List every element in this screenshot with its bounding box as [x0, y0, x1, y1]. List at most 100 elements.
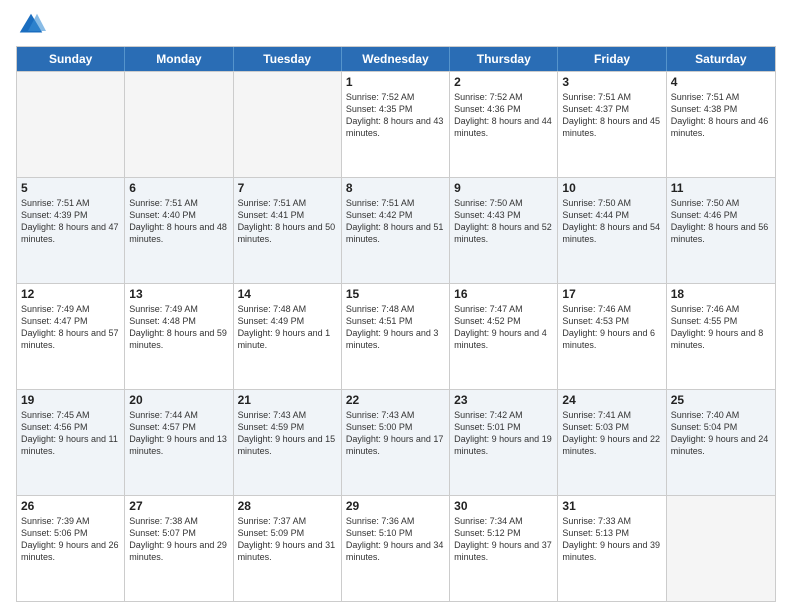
calendar-cell: 15Sunrise: 7:48 AM Sunset: 4:51 PM Dayli…: [342, 284, 450, 389]
calendar-cell: 7 Sunrise: 7:51 AM Sunset: 4:41 PM Daylig…: [234, 178, 342, 283]
calendar-cell: 23 Sunrise: 7:42 AM Sunset: 5:01 PM Dayli…: [450, 390, 558, 495]
calendar-cell: 12 Sunrise: 7:49 AM Sunset: 4:47 PM Dayli…: [17, 284, 125, 389]
cell-text: Sunrise: 7:52 AM Sunset: 4:35 PM Dayligh…: [346, 91, 445, 140]
day-number: 3: [562, 75, 661, 89]
cell-text: Sunrise: 7:42 AM Sunset: 5:01 PM Dayligh…: [454, 409, 553, 458]
calendar-row: 26 Sunrise: 7:39 AM Sunset: 5:06 PM Dayli…: [17, 495, 775, 601]
cell-text: Sunrise: 7:51 AM Sunset: 4:42 PM Dayligh…: [346, 197, 445, 246]
cell-text: Sunrise: 7:34 AM Sunset: 5:12 PM Dayligh…: [454, 515, 553, 564]
calendar-cell: 16 Sunrise: 7:47 AM Sunset: 4:52 PM Dayli…: [450, 284, 558, 389]
calendar-cell: 29Sunrise: 7:36 AM Sunset: 5:10 PM Dayli…: [342, 496, 450, 601]
calendar-cell: 30 Sunrise: 7:34 AM Sunset: 5:12 PM Dayli…: [450, 496, 558, 601]
day-number: 4: [671, 75, 771, 89]
calendar-cell: 21 Sunrise: 7:43 AM Sunset: 4:59 PM Dayli…: [234, 390, 342, 495]
calendar-cell: 11Sunrise: 7:50 AM Sunset: 4:46 PM Dayli…: [667, 178, 775, 283]
calendar-cell-empty: [667, 496, 775, 601]
calendar-cell-empty: [234, 72, 342, 177]
cell-text: Sunrise: 7:51 AM Sunset: 4:41 PM Dayligh…: [238, 197, 337, 246]
calendar-row: 1 Sunrise: 7:52 AM Sunset: 4:35 PM Daylig…: [17, 71, 775, 177]
day-number: 31: [562, 499, 661, 513]
day-number: 27: [129, 499, 228, 513]
calendar-cell: 4 Sunrise: 7:51 AM Sunset: 4:38 PM Daylig…: [667, 72, 775, 177]
day-number: 8: [346, 181, 445, 195]
header: [16, 10, 776, 40]
cell-text: Sunrise: 7:39 AM Sunset: 5:06 PM Dayligh…: [21, 515, 120, 564]
calendar-cell: 31 Sunrise: 7:33 AM Sunset: 5:13 PM Dayli…: [558, 496, 666, 601]
day-number: 21: [238, 393, 337, 407]
cell-text: Sunrise: 7:40 AM Sunset: 5:04 PM Dayligh…: [671, 409, 771, 458]
cell-text: Sunrise: 7:47 AM Sunset: 4:52 PM Dayligh…: [454, 303, 553, 352]
day-number: 26: [21, 499, 120, 513]
cell-text: Sunrise: 7:46 AM Sunset: 4:53 PM Dayligh…: [562, 303, 661, 352]
calendar-cell: 27 Sunrise: 7:38 AM Sunset: 5:07 PM Dayli…: [125, 496, 233, 601]
calendar-cell: 1 Sunrise: 7:52 AM Sunset: 4:35 PM Daylig…: [342, 72, 450, 177]
day-number: 12: [21, 287, 120, 301]
day-number: 13: [129, 287, 228, 301]
day-number: 6: [129, 181, 228, 195]
cell-text: Sunrise: 7:52 AM Sunset: 4:36 PM Dayligh…: [454, 91, 553, 140]
day-number: 23: [454, 393, 553, 407]
cell-text: Sunrise: 7:49 AM Sunset: 4:47 PM Dayligh…: [21, 303, 120, 352]
cell-text: Sunrise: 7:44 AM Sunset: 4:57 PM Dayligh…: [129, 409, 228, 458]
cell-text: Sunrise: 7:36 AM Sunset: 5:10 PM Dayligh…: [346, 515, 445, 564]
calendar-header-cell: Wednesday: [342, 47, 450, 71]
cell-text: Sunrise: 7:41 AM Sunset: 5:03 PM Dayligh…: [562, 409, 661, 458]
day-number: 5: [21, 181, 120, 195]
calendar: SundayMondayTuesdayWednesdayThursdayFrid…: [16, 46, 776, 602]
page: SundayMondayTuesdayWednesdayThursdayFrid…: [0, 0, 792, 612]
day-number: 24: [562, 393, 661, 407]
calendar-cell: 20Sunrise: 7:44 AM Sunset: 4:57 PM Dayli…: [125, 390, 233, 495]
day-number: 17: [562, 287, 661, 301]
cell-text: Sunrise: 7:37 AM Sunset: 5:09 PM Dayligh…: [238, 515, 337, 564]
calendar-header: SundayMondayTuesdayWednesdayThursdayFrid…: [17, 47, 775, 71]
calendar-cell: 17 Sunrise: 7:46 AM Sunset: 4:53 PM Dayli…: [558, 284, 666, 389]
calendar-header-cell: Thursday: [450, 47, 558, 71]
day-number: 14: [238, 287, 337, 301]
calendar-row: 19Sunrise: 7:45 AM Sunset: 4:56 PM Dayli…: [17, 389, 775, 495]
day-number: 7: [238, 181, 337, 195]
calendar-header-cell: Tuesday: [234, 47, 342, 71]
cell-text: Sunrise: 7:51 AM Sunset: 4:37 PM Dayligh…: [562, 91, 661, 140]
calendar-cell: 6 Sunrise: 7:51 AM Sunset: 4:40 PM Daylig…: [125, 178, 233, 283]
calendar-cell: 13 Sunrise: 7:49 AM Sunset: 4:48 PM Dayli…: [125, 284, 233, 389]
calendar-cell: 5Sunrise: 7:51 AM Sunset: 4:39 PM Daylig…: [17, 178, 125, 283]
day-number: 25: [671, 393, 771, 407]
calendar-cell: 25 Sunrise: 7:40 AM Sunset: 5:04 PM Dayli…: [667, 390, 775, 495]
logo-icon: [16, 10, 46, 40]
day-number: 18: [671, 287, 771, 301]
calendar-row: 12 Sunrise: 7:49 AM Sunset: 4:47 PM Dayli…: [17, 283, 775, 389]
calendar-header-cell: Saturday: [667, 47, 775, 71]
cell-text: Sunrise: 7:49 AM Sunset: 4:48 PM Dayligh…: [129, 303, 228, 352]
calendar-cell: 19Sunrise: 7:45 AM Sunset: 4:56 PM Dayli…: [17, 390, 125, 495]
day-number: 1: [346, 75, 445, 89]
cell-text: Sunrise: 7:33 AM Sunset: 5:13 PM Dayligh…: [562, 515, 661, 564]
cell-text: Sunrise: 7:43 AM Sunset: 4:59 PM Dayligh…: [238, 409, 337, 458]
day-number: 9: [454, 181, 553, 195]
calendar-cell: 10 Sunrise: 7:50 AM Sunset: 4:44 PM Dayli…: [558, 178, 666, 283]
cell-text: Sunrise: 7:51 AM Sunset: 4:40 PM Dayligh…: [129, 197, 228, 246]
calendar-cell: 3 Sunrise: 7:51 AM Sunset: 4:37 PM Daylig…: [558, 72, 666, 177]
calendar-header-cell: Sunday: [17, 47, 125, 71]
logo: [16, 10, 50, 40]
calendar-cell: 8 Sunrise: 7:51 AM Sunset: 4:42 PM Daylig…: [342, 178, 450, 283]
day-number: 15: [346, 287, 445, 301]
day-number: 28: [238, 499, 337, 513]
calendar-cell: 22Sunrise: 7:43 AM Sunset: 5:00 PM Dayli…: [342, 390, 450, 495]
cell-text: Sunrise: 7:38 AM Sunset: 5:07 PM Dayligh…: [129, 515, 228, 564]
calendar-cell-empty: [17, 72, 125, 177]
cell-text: Sunrise: 7:48 AM Sunset: 4:49 PM Dayligh…: [238, 303, 337, 352]
calendar-row: 5Sunrise: 7:51 AM Sunset: 4:39 PM Daylig…: [17, 177, 775, 283]
day-number: 16: [454, 287, 553, 301]
cell-text: Sunrise: 7:50 AM Sunset: 4:44 PM Dayligh…: [562, 197, 661, 246]
cell-text: Sunrise: 7:46 AM Sunset: 4:55 PM Dayligh…: [671, 303, 771, 352]
cell-text: Sunrise: 7:51 AM Sunset: 4:38 PM Dayligh…: [671, 91, 771, 140]
calendar-cell: 28 Sunrise: 7:37 AM Sunset: 5:09 PM Dayli…: [234, 496, 342, 601]
cell-text: Sunrise: 7:45 AM Sunset: 4:56 PM Dayligh…: [21, 409, 120, 458]
calendar-header-cell: Friday: [558, 47, 666, 71]
day-number: 30: [454, 499, 553, 513]
day-number: 11: [671, 181, 771, 195]
day-number: 10: [562, 181, 661, 195]
calendar-body: 1 Sunrise: 7:52 AM Sunset: 4:35 PM Daylig…: [17, 71, 775, 601]
calendar-cell: 24 Sunrise: 7:41 AM Sunset: 5:03 PM Dayli…: [558, 390, 666, 495]
calendar-cell: 18 Sunrise: 7:46 AM Sunset: 4:55 PM Dayli…: [667, 284, 775, 389]
